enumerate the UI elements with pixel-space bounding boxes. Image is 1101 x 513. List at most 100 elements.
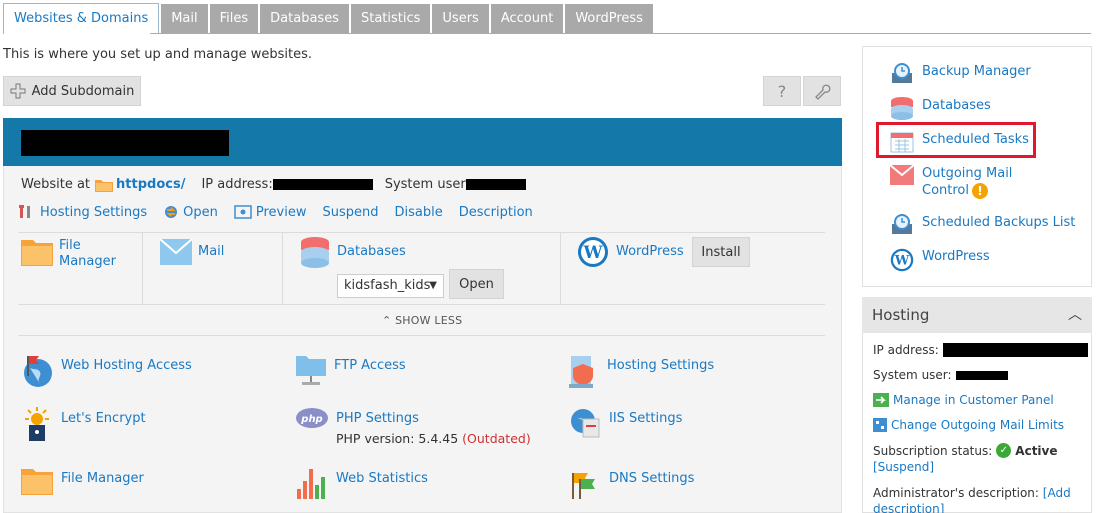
install-wordpress-button[interactable]: Install — [692, 237, 750, 267]
suspend-action[interactable]: Suspend — [323, 205, 379, 220]
databases-label: Databases — [922, 98, 991, 113]
tools-icon — [19, 205, 30, 218]
subscription-status-value: Active — [1015, 443, 1058, 458]
database-icon — [301, 237, 329, 268]
dns-settings-item[interactable]: DNS Settings — [569, 467, 694, 499]
database-select[interactable]: kidsfash_kids ▼ — [337, 274, 444, 298]
change-mail-limits-row[interactable]: Change Outgoing Mail Limits — [873, 418, 1064, 432]
sidebar-item-databases[interactable]: Databases — [890, 97, 991, 121]
divider — [18, 335, 825, 336]
tab-databases[interactable]: Databases — [260, 4, 349, 33]
bar-chart-icon — [297, 469, 325, 499]
tab-users[interactable]: Users — [432, 4, 489, 33]
manage-customer-panel-link: Manage in Customer Panel — [893, 393, 1054, 407]
hosting-settings-action[interactable]: Hosting Settings — [18, 204, 147, 220]
dropdown-caret-icon: ▼ — [429, 280, 437, 291]
open-database-button[interactable]: Open — [449, 269, 504, 299]
admin-description-label: Administrator's description: — [873, 486, 1039, 500]
backup-list-icon — [892, 214, 912, 234]
tab-mail[interactable]: Mail — [161, 4, 208, 33]
php-version-label: PHP version: 5.4.45 — [336, 431, 459, 446]
mail-tile[interactable]: Mail — [198, 244, 224, 260]
folder-icon — [95, 179, 114, 192]
svg-text:php: php — [300, 414, 322, 425]
docroot-link[interactable]: httpdocs/ — [116, 177, 185, 192]
check-icon: ✓ — [996, 443, 1012, 458]
domain-header — [3, 118, 842, 166]
hosting-settings-label: Hosting Settings — [40, 204, 148, 220]
hosting-system-user-label: System user: — [873, 368, 952, 382]
php-settings-label: PHP Settings — [336, 411, 419, 426]
php-settings-item[interactable]: php PHP Settings PHP version: 5.4.45 (Ou… — [296, 407, 531, 446]
web-statistics-item[interactable]: Web Statistics — [296, 467, 428, 499]
preview-icon — [234, 205, 252, 219]
description-action[interactable]: Description — [459, 205, 533, 220]
preview-action[interactable]: Preview — [234, 205, 307, 220]
chevron-up-icon: ⌃ — [382, 314, 392, 327]
hosting-panel-header[interactable]: Hosting ︿ — [862, 297, 1092, 333]
file-manager-tile[interactable]: File Manager — [59, 238, 129, 270]
file-manager-folder-icon — [21, 240, 53, 266]
dns-flags-icon — [572, 473, 595, 499]
tab-statistics[interactable]: Statistics — [350, 4, 431, 33]
help-button[interactable]: ? — [763, 76, 801, 106]
tab-wordpress[interactable]: WordPress — [565, 4, 653, 33]
hosting-ip-label: IP address: — [873, 343, 939, 357]
php-icon: php — [296, 408, 328, 428]
wordpress-icon: W — [578, 237, 608, 267]
disable-action[interactable]: Disable — [395, 205, 443, 220]
iis-settings-item[interactable]: IIS Settings — [569, 407, 682, 439]
add-subdomain-button[interactable]: Add Subdomain — [3, 76, 141, 106]
web-hosting-access-item[interactable]: Web Hosting Access — [21, 354, 192, 388]
backup-icon — [892, 63, 912, 83]
tab-files[interactable]: Files — [209, 4, 259, 33]
wordpress-tile[interactable]: WordPress — [616, 244, 684, 260]
website-actions: Hosting Settings Open Preview Suspend Di… — [18, 204, 533, 220]
file-manager-label: File Manager — [61, 471, 144, 486]
database-selected-value: kidsfash_kids — [344, 278, 431, 293]
tab-websites-domains[interactable]: Websites & Domains — [3, 3, 160, 34]
hosting-settings-label: Hosting Settings — [607, 358, 715, 373]
sidebar-item-backup-manager[interactable]: Backup Manager — [890, 63, 1031, 85]
ftp-access-item[interactable]: FTP Access — [296, 354, 406, 386]
page-intro: This is where you set up and manage webs… — [3, 47, 312, 62]
system-user-redacted — [465, 179, 526, 190]
tile-separator — [282, 233, 283, 305]
sidebar-item-wordpress[interactable]: W WordPress — [890, 248, 990, 272]
tab-underline — [150, 33, 1091, 34]
globe-flag-icon — [24, 356, 52, 387]
databases-tile[interactable]: Databases — [337, 244, 406, 260]
database-icon — [891, 97, 913, 120]
show-less-toggle[interactable]: ⌃ SHOW LESS — [382, 314, 462, 327]
folder-icon — [21, 469, 53, 495]
tools-button[interactable] — [803, 76, 841, 106]
wordpress-label: WordPress — [922, 249, 990, 264]
lets-encrypt-item[interactable]: Let's Encrypt — [21, 407, 146, 443]
mail-limits-icon — [873, 418, 887, 432]
preview-label: Preview — [255, 204, 307, 220]
hosting-ip-row: IP address: — [873, 343, 1088, 357]
tile-separator — [560, 233, 561, 305]
admin-description-row: Administrator's description: [Add descri… — [873, 485, 1073, 513]
manage-customer-panel-row[interactable]: Manage in Customer Panel — [873, 393, 1054, 407]
lock-sun-icon — [25, 407, 49, 441]
svg-text:W: W — [894, 254, 910, 269]
lets-encrypt-label: Let's Encrypt — [61, 411, 146, 426]
open-label: Open — [183, 204, 218, 220]
main-tabs: Websites & Domains Mail Files Databases … — [3, 3, 655, 35]
tab-account[interactable]: Account — [490, 4, 564, 33]
php-outdated-badge: (Outdated) — [462, 431, 531, 446]
hosting-system-user-redacted — [955, 370, 1008, 380]
plus-icon — [10, 83, 26, 99]
sidebar-item-scheduled-backups-list[interactable]: Scheduled Backups List — [890, 214, 1075, 236]
hosting-title: Hosting — [872, 306, 930, 324]
iis-globe-icon — [571, 409, 600, 438]
ftp-folder-icon — [296, 356, 326, 385]
open-action[interactable]: Open — [163, 204, 218, 220]
php-version-text: PHP version: 5.4.45 (Outdated) — [336, 431, 531, 446]
suspend-row[interactable]: [Suspend] — [873, 460, 934, 474]
hosting-settings-item[interactable]: Hosting Settings — [569, 354, 714, 388]
sidebar-item-outgoing-mail-control[interactable]: Outgoing Mail Control! — [890, 165, 1022, 199]
ip-redacted — [272, 179, 373, 190]
file-manager-item[interactable]: File Manager — [21, 467, 144, 495]
